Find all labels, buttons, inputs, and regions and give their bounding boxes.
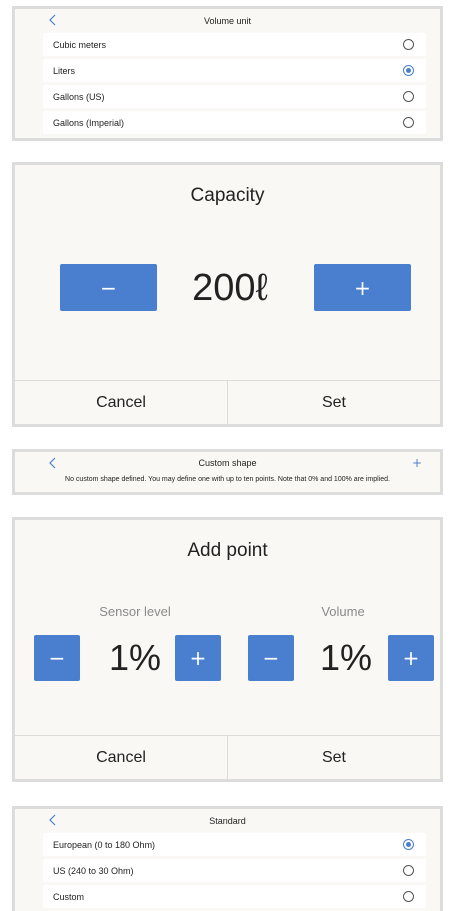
minus-icon: −	[262, 646, 280, 670]
custom-shape-panel: Custom shape + No custom shape defined. …	[12, 449, 443, 495]
capacity-value: 200ℓ	[192, 267, 268, 309]
volume-increase-button[interactable]: +	[388, 635, 434, 681]
radio-unselected-icon[interactable]	[403, 891, 414, 902]
option-label: Gallons (US)	[53, 91, 105, 102]
custom-shape-title: Custom shape	[198, 458, 257, 468]
radio-unselected-icon[interactable]	[403, 865, 414, 876]
chevron-left-icon[interactable]	[45, 455, 61, 471]
custom-shape-message: No custom shape defined. You may define …	[65, 476, 390, 483]
option-label: Custom	[53, 891, 85, 902]
standard-header: Standard	[15, 809, 440, 833]
sensor-increase-button[interactable]: +	[175, 635, 221, 681]
option-gallons-us[interactable]: Gallons (US)	[43, 85, 426, 108]
sensor-level-value: 1%	[108, 637, 162, 678]
volume-unit-header: Volume unit	[15, 9, 440, 33]
option-custom[interactable]: Custom	[43, 885, 426, 908]
increase-button[interactable]: +	[314, 264, 411, 311]
minus-icon: −	[100, 275, 117, 300]
radio-unselected-icon[interactable]	[403, 39, 414, 50]
radio-selected-icon[interactable]	[403, 839, 414, 850]
option-label: US (240 to 30 Ohm)	[53, 865, 134, 876]
volume-unit-title: Volume unit	[203, 16, 252, 26]
capacity-footer: Cancel Set	[15, 380, 440, 424]
option-gallons-imperial[interactable]: Gallons (Imperial)	[43, 111, 426, 134]
radio-unselected-icon[interactable]	[403, 117, 414, 128]
set-button[interactable]: Set	[227, 736, 440, 779]
chevron-left-icon[interactable]	[45, 812, 61, 828]
decrease-button[interactable]: −	[60, 264, 157, 311]
set-button[interactable]: Set	[227, 381, 440, 424]
volume-label: Volume	[321, 604, 365, 619]
volume-decrease-button[interactable]: −	[248, 635, 294, 681]
sensor-level-label: Sensor level	[99, 604, 171, 619]
option-european[interactable]: European (0 to 180 Ohm)	[43, 833, 426, 856]
standard-title: Standard	[209, 816, 246, 826]
cancel-button[interactable]: Cancel	[15, 736, 227, 779]
chevron-left-icon[interactable]	[45, 12, 61, 28]
option-label: Liters	[53, 65, 76, 76]
volume-unit-panel: Volume unit Cubic meters Liters Gallons …	[12, 6, 443, 141]
minus-icon: −	[48, 646, 66, 670]
standard-panel: Standard European (0 to 180 Ohm) US (240…	[12, 806, 443, 911]
volume-value: 1%	[319, 637, 373, 678]
plus-icon: +	[189, 646, 207, 670]
plus-icon: +	[402, 646, 420, 670]
plus-icon[interactable]: +	[412, 456, 422, 470]
radio-unselected-icon[interactable]	[403, 91, 414, 102]
option-us[interactable]: US (240 to 30 Ohm)	[43, 859, 426, 882]
add-point-title: Add point	[187, 540, 268, 561]
option-liters[interactable]: Liters	[43, 59, 426, 82]
cancel-button[interactable]: Cancel	[15, 381, 227, 424]
option-cubic-meters[interactable]: Cubic meters	[43, 33, 426, 56]
radio-selected-icon[interactable]	[403, 65, 414, 76]
option-label: Gallons (Imperial)	[53, 117, 125, 128]
option-label: Cubic meters	[53, 39, 107, 50]
capacity-title: Capacity	[190, 185, 265, 206]
custom-shape-header: Custom shape +	[15, 452, 440, 474]
add-point-dialog: Add point Sensor level Volume − 1% + − 1…	[12, 517, 443, 782]
add-point-footer: Cancel Set	[15, 735, 440, 779]
option-label: European (0 to 180 Ohm)	[53, 839, 156, 850]
sensor-decrease-button[interactable]: −	[34, 635, 80, 681]
capacity-dialog: Capacity − 200ℓ + Cancel Set	[12, 162, 443, 427]
plus-icon: +	[354, 275, 371, 300]
